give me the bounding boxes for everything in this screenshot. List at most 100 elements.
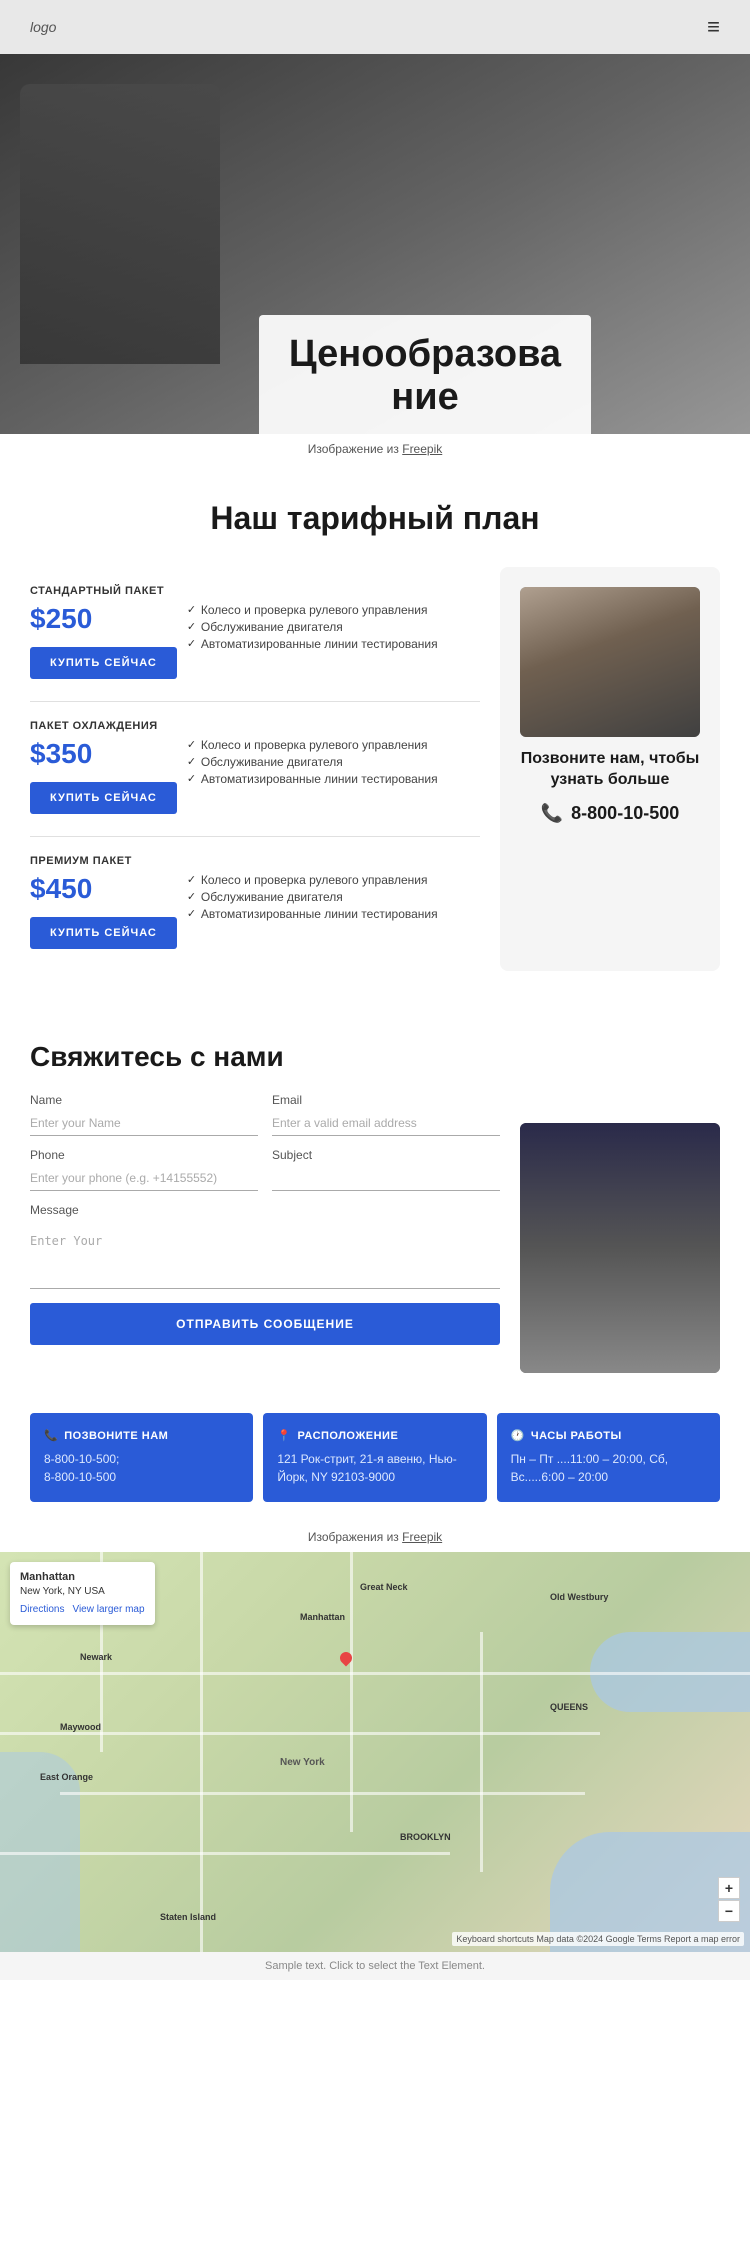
plan-features-standard: Колесо и проверка рулевого управления Об…	[187, 603, 480, 654]
message-label: Message	[30, 1203, 500, 1217]
contact-side-image	[520, 1123, 720, 1373]
info-card-hours-title: 🕐 ЧАСЫ РАБОТЫ	[511, 1429, 706, 1442]
info-card-location-title: 📍 РАСПОЛОЖЕНИЕ	[277, 1429, 472, 1442]
road-v1	[200, 1552, 203, 1952]
map-info-card: Manhattan New York, NY USA Directions Vi…	[10, 1562, 155, 1625]
hero-section: Ценообразова ние	[0, 54, 750, 434]
map-directions-link[interactable]: Directions	[20, 1603, 64, 1617]
road-v2	[350, 1552, 353, 1832]
pricing-card-image-inner	[520, 587, 700, 737]
pricing-grid: СТАНДАРТНЫЙ ПАКЕТ $250 КУПИТЬ СЕЙЧАС Кол…	[30, 567, 720, 971]
map-zoom-in[interactable]: +	[718, 1877, 740, 1899]
header: logo ≡	[0, 0, 750, 54]
road-v3	[480, 1632, 483, 1872]
plan-features-cooling: Колесо и проверка рулевого управления Об…	[187, 738, 480, 789]
map-label-brooklyn: BROOKLYN	[400, 1832, 451, 1842]
plan-btn-cooling[interactable]: КУПИТЬ СЕЙЧАС	[30, 782, 177, 814]
feature-item: Колесо и проверка рулевого управления	[187, 603, 480, 617]
contact-form-wrapper: Name Email Phone Subject	[30, 1093, 500, 1373]
hero-title: Ценообразова ние	[289, 333, 561, 420]
plan-btn-premium[interactable]: КУПИТЬ СЕЙЧАС	[30, 917, 177, 949]
feature-item: Обслуживание двигателя	[187, 755, 480, 769]
hero-subtitle: Изображение из Freepik	[0, 434, 750, 460]
message-field-group: Message	[30, 1203, 500, 1289]
map-location-name: Manhattan	[20, 1571, 75, 1583]
info-card-location-body: 121 Рок-стрит, 21-я авеню, Нью-Йорк, NY …	[277, 1450, 472, 1486]
map-zoom-controls: + −	[718, 1877, 740, 1922]
name-field-group: Name	[30, 1093, 258, 1136]
plan-features-premium: Колесо и проверка рулевого управления Об…	[187, 873, 480, 924]
freepik-link-bottom[interactable]: Freepik	[402, 1530, 442, 1544]
plan-btn-standard[interactable]: КУПИТЬ СЕЙЧАС	[30, 647, 177, 679]
map-label-manhattan: Manhattan	[300, 1612, 345, 1622]
pricing-side-card: Позвоните нам, чтобы узнать больше 📞 8-8…	[500, 567, 720, 971]
map-card-links: Directions View larger map	[20, 1603, 145, 1617]
info-card-hours: 🕐 ЧАСЫ РАБОТЫ Пн – Пт ....11:00 – 20:00,…	[497, 1413, 720, 1502]
freepik-link[interactable]: Freepik	[402, 442, 442, 456]
road-h3	[60, 1792, 585, 1795]
info-card-phone: 📞 ПОЗВОНИТЕ НАМ 8-800-10-500; 8-800-10-5…	[30, 1413, 253, 1502]
map-label-maywood: Maywood	[60, 1722, 101, 1732]
plan-standard: СТАНДАРТНЫЙ ПАКЕТ $250 КУПИТЬ СЕЙЧАС Кол…	[30, 567, 480, 702]
pricing-title: Наш тарифный план	[30, 500, 720, 537]
feature-item: Автоматизированные линии тестирования	[187, 637, 480, 651]
feature-item: Колесо и проверка рулевого управления	[187, 738, 480, 752]
info-card-location: 📍 РАСПОЛОЖЕНИЕ 121 Рок-стрит, 21-я авеню…	[263, 1413, 486, 1502]
plan-label-premium: ПРЕМИУМ ПАКЕТ	[30, 855, 480, 867]
map-attribution: Keyboard shortcuts Map data ©2024 Google…	[452, 1932, 744, 1946]
pricing-card-image	[520, 587, 700, 737]
subject-input[interactable]	[272, 1166, 500, 1191]
pricing-card-phone: 📞 8-800-10-500	[541, 803, 680, 824]
phone-label: Phone	[30, 1148, 258, 1162]
phone-icon: 📞	[541, 803, 563, 824]
freepik-credit: Изображения из Freepik	[0, 1522, 750, 1552]
feature-item: Обслуживание двигателя	[187, 890, 480, 904]
logo: logo	[30, 19, 56, 35]
plan-premium: ПРЕМИУМ ПАКЕТ $450 КУПИТЬ СЕЙЧАС Колесо …	[30, 837, 480, 971]
feature-item: Автоматизированные линии тестирования	[187, 907, 480, 921]
pricing-plans: СТАНДАРТНЫЙ ПАКЕТ $250 КУПИТЬ СЕЙЧАС Кол…	[30, 567, 480, 971]
message-textarea[interactable]	[30, 1229, 500, 1289]
sample-text: Sample text. Click to select the Text El…	[0, 1952, 750, 1980]
phone-input[interactable]	[30, 1166, 258, 1191]
subject-field-group: Subject	[272, 1148, 500, 1191]
map-location-sub: New York, NY USA	[20, 1586, 105, 1597]
phone-field-group: Phone	[30, 1148, 258, 1191]
plan-label-standard: СТАНДАРТНЫЙ ПАКЕТ	[30, 585, 480, 597]
hamburger-menu[interactable]: ≡	[707, 14, 720, 40]
pricing-card-phone-number: 8-800-10-500	[571, 803, 679, 824]
location-icon-card: 📍	[277, 1429, 291, 1442]
pricing-section: Наш тарифный план СТАНДАРТНЫЙ ПАКЕТ $250…	[0, 460, 750, 1001]
map-section[interactable]: New York Newark Manhattan BROOKLYN QUEEN…	[0, 1552, 750, 1952]
feature-item: Обслуживание двигателя	[187, 620, 480, 634]
name-label: Name	[30, 1093, 258, 1107]
feature-item: Автоматизированные линии тестирования	[187, 772, 480, 786]
email-label: Email	[272, 1093, 500, 1107]
info-cards-section: 📞 ПОЗВОНИТЕ НАМ 8-800-10-500; 8-800-10-5…	[0, 1393, 750, 1522]
feature-item: Колесо и проверка рулевого управления	[187, 873, 480, 887]
plan-price-cooling: $350	[30, 738, 177, 770]
info-card-phone-body: 8-800-10-500; 8-800-10-500	[44, 1450, 239, 1486]
road-h2	[0, 1732, 600, 1735]
submit-button[interactable]: ОТПРАВИТЬ СООБЩЕНИЕ	[30, 1303, 500, 1345]
contact-section: Свяжитесь с нами Name Email Phone	[0, 1001, 750, 1393]
map-label-old-westbury: Old Westbury	[550, 1592, 608, 1602]
map-bg: New York Newark Manhattan BROOKLYN QUEEN…	[0, 1552, 750, 1952]
clock-icon-card: 🕐	[511, 1429, 525, 1442]
road-h4	[0, 1852, 450, 1855]
contact-title: Свяжитесь с нами	[30, 1041, 720, 1073]
road-h1	[0, 1672, 750, 1675]
email-input[interactable]	[272, 1111, 500, 1136]
contact-image-inner	[520, 1123, 720, 1373]
map-view-larger-link[interactable]: View larger map	[72, 1603, 144, 1617]
phone-icon-card: 📞	[44, 1429, 58, 1442]
contact-form: Name Email Phone Subject	[30, 1093, 500, 1345]
email-field-group: Email	[272, 1093, 500, 1136]
name-input[interactable]	[30, 1111, 258, 1136]
plan-cooling: ПАКЕТ ОХЛАЖДЕНИЯ $350 КУПИТЬ СЕЙЧАС Коле…	[30, 702, 480, 837]
map-zoom-out[interactable]: −	[718, 1900, 740, 1922]
contact-grid: Name Email Phone Subject	[30, 1093, 720, 1373]
map-label-queens: QUEENS	[550, 1702, 588, 1712]
pricing-card-call-text: Позвоните нам, чтобы узнать больше	[516, 749, 704, 791]
plan-price-standard: $250	[30, 603, 177, 635]
